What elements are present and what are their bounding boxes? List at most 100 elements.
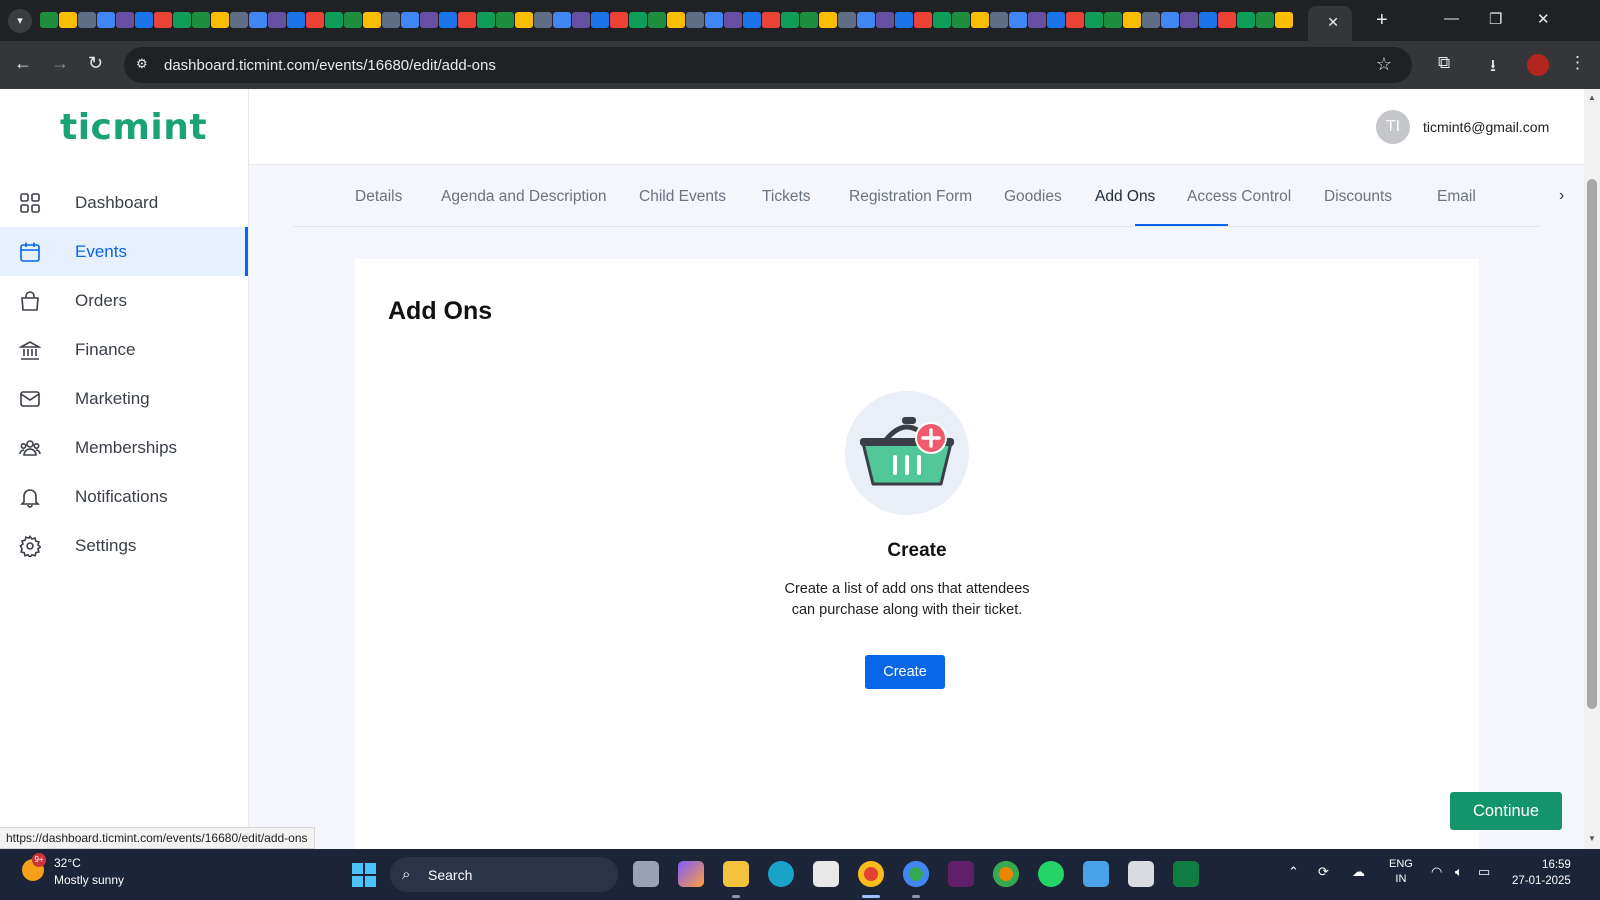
chrome-profile-icon[interactable] <box>903 861 929 887</box>
chrome-work-icon[interactable] <box>993 861 1019 887</box>
weather-description[interactable]: Mostly sunny <box>54 873 124 887</box>
tab-favicon-icon[interactable] <box>629 12 647 28</box>
address-bar[interactable]: ⚙ dashboard.ticmint.com/events/16680/edi… <box>124 47 1412 83</box>
tab-favicon-icon[interactable] <box>458 12 476 28</box>
tab-registration-form[interactable]: Registration Form <box>849 188 972 206</box>
copilot-icon[interactable] <box>678 861 704 887</box>
downloads-icon[interactable]: ⭳ <box>1490 53 1496 82</box>
tab-favicon-icon[interactable] <box>249 12 267 28</box>
tab-child-events[interactable]: Child Events <box>639 188 726 206</box>
tab-favicon-icon[interactable] <box>553 12 571 28</box>
tab-favicon-icon[interactable] <box>211 12 229 28</box>
tab-favicon-icon[interactable] <box>1028 12 1046 28</box>
tab-favicon-icon[interactable] <box>895 12 913 28</box>
tab-favicon-icon[interactable] <box>268 12 286 28</box>
slack-icon[interactable] <box>948 861 974 887</box>
onedrive-cloud-icon[interactable]: ☁ <box>1352 864 1365 880</box>
user-avatar[interactable]: TI <box>1376 110 1410 144</box>
scroll-up-arrow-icon[interactable]: ▲ <box>1588 93 1596 102</box>
chrome-icon[interactable] <box>858 861 884 887</box>
tab-favicon-icon[interactable] <box>1047 12 1065 28</box>
tabs-scroll-right-icon[interactable]: › <box>1559 187 1564 205</box>
tab-favicon-icon[interactable] <box>1275 12 1293 28</box>
new-tab-button[interactable]: + <box>1376 9 1388 32</box>
tab-favicon-icon[interactable] <box>287 12 305 28</box>
tab-favicon-icon[interactable] <box>572 12 590 28</box>
tab-favicon-icon[interactable] <box>439 12 457 28</box>
tab-favicon-icon[interactable] <box>382 12 400 28</box>
snipping-tool-icon[interactable] <box>1128 861 1154 887</box>
tab-favicon-icon[interactable] <box>344 12 362 28</box>
site-info-icon[interactable]: ⚙ <box>136 56 152 72</box>
tab-favicon-icon[interactable] <box>325 12 343 28</box>
sidebar-item-memberships[interactable]: Memberships <box>0 423 248 472</box>
tab-favicon-icon[interactable] <box>1237 12 1255 28</box>
tab-favicon-icon[interactable] <box>1066 12 1084 28</box>
tab-favicon-icon[interactable] <box>1218 12 1236 28</box>
tab-favicon-icon[interactable] <box>496 12 514 28</box>
tab-favicon-icon[interactable] <box>59 12 77 28</box>
tab-details[interactable]: Details <box>355 188 402 206</box>
sidebar-item-dashboard[interactable]: Dashboard <box>0 178 248 227</box>
tab-favicon-icon[interactable] <box>306 12 324 28</box>
tab-favicon-icon[interactable] <box>363 12 381 28</box>
tab-favicon-icon[interactable] <box>990 12 1008 28</box>
tab-add-ons[interactable]: Add Ons <box>1095 188 1155 206</box>
sync-icon[interactable]: ⟳ <box>1318 864 1329 880</box>
continue-button[interactable]: Continue <box>1450 792 1562 830</box>
tab-favicon-icon[interactable] <box>838 12 856 28</box>
whatsapp-icon[interactable] <box>1038 861 1064 887</box>
close-window-icon[interactable]: ✕ <box>1537 10 1550 28</box>
tab-favicon-icon[interactable] <box>1161 12 1179 28</box>
tab-favicon-icon[interactable] <box>1199 12 1217 28</box>
scroll-down-arrow-icon[interactable]: ▼ <box>1588 834 1596 843</box>
sidebar-item-finance[interactable]: Finance <box>0 325 248 374</box>
tab-agenda-and-description[interactable]: Agenda and Description <box>441 188 606 206</box>
tab-favicon-icon[interactable] <box>420 12 438 28</box>
wifi-icon[interactable]: ◠ <box>1431 864 1442 880</box>
tab-favicon-icon[interactable] <box>1180 12 1198 28</box>
tab-search-button[interactable]: ▾ <box>8 9 32 33</box>
extensions-icon[interactable]: ⧉ <box>1438 53 1450 73</box>
tab-favicon-icon[interactable] <box>933 12 951 28</box>
create-add-on-button[interactable]: Create <box>865 655 945 689</box>
back-icon[interactable]: ← <box>14 53 32 74</box>
tab-favicon-icon[interactable] <box>971 12 989 28</box>
tab-favicon-icon[interactable] <box>1009 12 1027 28</box>
taskbar-search[interactable]: ⌕ Search <box>390 857 618 892</box>
tab-favicon-icon[interactable] <box>154 12 172 28</box>
tab-discounts[interactable]: Discounts <box>1324 188 1392 206</box>
profile-avatar[interactable] <box>1527 54 1549 76</box>
input-language[interactable]: ENG IN <box>1389 857 1413 887</box>
tab-favicon-icon[interactable] <box>800 12 818 28</box>
tab-favicon-icon[interactable] <box>534 12 552 28</box>
tab-favicon-icon[interactable] <box>401 12 419 28</box>
tab-favicon-icon[interactable] <box>781 12 799 28</box>
restore-window-icon[interactable]: ❐ <box>1489 10 1502 28</box>
tab-favicon-icon[interactable] <box>762 12 780 28</box>
weather-temperature[interactable]: 32°C <box>54 856 81 870</box>
page-scrollbar[interactable]: ▲ ▼ <box>1584 89 1600 849</box>
file-explorer-icon[interactable] <box>723 861 749 887</box>
tab-favicon-icon[interactable] <box>135 12 153 28</box>
tab-favicon-icon[interactable] <box>1104 12 1122 28</box>
tab-favicon-icon[interactable] <box>724 12 742 28</box>
tab-favicon-icon[interactable] <box>591 12 609 28</box>
tab-favicon-icon[interactable] <box>116 12 134 28</box>
browser-menu-icon[interactable]: ⋮ <box>1569 53 1586 73</box>
edge-browser-icon[interactable] <box>768 861 794 887</box>
tab-favicon-icon[interactable] <box>1142 12 1160 28</box>
sidebar-item-orders[interactable]: Orders <box>0 276 248 325</box>
tab-favicon-icon[interactable] <box>648 12 666 28</box>
scrollbar-thumb[interactable] <box>1587 179 1597 709</box>
tab-favicon-icon[interactable] <box>610 12 628 28</box>
tab-favicon-icon[interactable] <box>914 12 932 28</box>
tab-favicon-icon[interactable] <box>952 12 970 28</box>
tab-favicon-icon[interactable] <box>1123 12 1141 28</box>
tab-favicon-icon[interactable] <box>40 12 58 28</box>
tab-favicon-icon[interactable] <box>230 12 248 28</box>
sidebar-item-settings[interactable]: Settings <box>0 521 248 570</box>
tab-favicon-icon[interactable] <box>192 12 210 28</box>
excel-icon[interactable] <box>1173 861 1199 887</box>
microsoft-store-icon[interactable] <box>813 861 839 887</box>
